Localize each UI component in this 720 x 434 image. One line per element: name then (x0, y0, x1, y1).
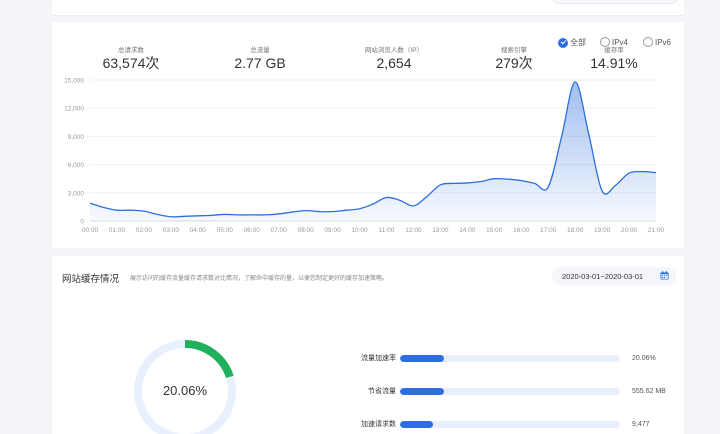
x-tick-label: 20:00 (621, 227, 638, 234)
calendar-icon (660, 271, 669, 280)
traffic-chart-card: 全部 IPv4 IPv6 总请求数 63,574次 总流量 2.77 GB 网站… (52, 22, 684, 248)
row-label: 加速请求数 (361, 421, 396, 428)
x-tick-label: 03:00 (163, 227, 180, 234)
x-tick-label: 15:00 (486, 227, 503, 234)
date-range-picker[interactable]: 2020-03-01~2020-03-01 (552, 267, 676, 285)
progress-track (400, 420, 620, 428)
progress-track (400, 387, 620, 395)
x-tick-label: 00:00 (82, 227, 99, 234)
x-tick-label: 18:00 (567, 227, 584, 234)
x-tick-label: 07:00 (271, 227, 288, 234)
x-tick-label: 17:00 (540, 227, 557, 234)
series-area (90, 81, 656, 221)
progress-fill (400, 354, 444, 362)
progress-track (400, 354, 620, 362)
y-tick-label: 9,000 (68, 134, 85, 141)
cache-title: 网站缓存情况 (62, 274, 120, 285)
row-value: 20.06% (632, 354, 656, 362)
row-value: 9,477 (632, 420, 650, 428)
x-tick-label: 06:00 (244, 227, 261, 234)
x-tick-label: 11:00 (379, 227, 395, 234)
x-tick-label: 13:00 (432, 227, 449, 234)
x-tick-label: 21:00 (648, 227, 665, 234)
row-label: 节省流量 (368, 388, 396, 395)
row-accelerated-requests: 加速请求数 9,477 (342, 418, 650, 430)
x-tick-label: 02:00 (136, 227, 153, 234)
x-tick-label: 09:00 (324, 227, 341, 234)
row-label: 流量加速率 (361, 355, 396, 362)
y-tick-label: 6,000 (68, 162, 85, 169)
row-saved-traffic: 节省流量 555.62 MB (342, 385, 666, 397)
row-traffic-acceleration: 流量加速率 20.06% (342, 352, 656, 364)
x-tick-label: 08:00 (297, 227, 314, 234)
y-tick-label: 15,000 (64, 78, 84, 85)
x-tick-label: 05:00 (217, 227, 234, 234)
progress-fill (400, 387, 444, 395)
x-tick-label: 12:00 (405, 227, 422, 234)
y-tick-label: 12,000 (64, 106, 84, 113)
x-tick-label: 14:00 (459, 227, 476, 234)
x-tick-label: 19:00 (594, 227, 611, 234)
date-range-text: 2020-03-01~2020-03-01 (562, 271, 644, 281)
x-tick-label: 10:00 (351, 227, 368, 234)
top-panel-edge (52, 0, 684, 16)
cache-description: 展示访问的缓存流量缓存请求数对比情况，了解命中缓存的量，以便您制定更好的缓存加速… (130, 276, 389, 282)
donut-value: 20.06% (162, 383, 208, 398)
y-tick-label: 3,000 (68, 190, 85, 197)
top-control-edge (552, 0, 678, 4)
y-tick-label: 0 (80, 219, 84, 226)
x-tick-label: 04:00 (190, 227, 207, 234)
progress-fill (400, 420, 433, 428)
row-value: 555.62 MB (632, 387, 666, 395)
cache-card: 网站缓存情况 展示访问的缓存流量缓存请求数对比情况，了解命中缓存的量，以便您制定… (52, 256, 684, 434)
x-tick-label: 01:00 (109, 227, 126, 234)
x-tick-label: 16:00 (513, 227, 530, 234)
traffic-line-chart: 0 3,000 6,000 9,000 12,000 15,000 00:00 01:00 02… (64, 78, 665, 235)
